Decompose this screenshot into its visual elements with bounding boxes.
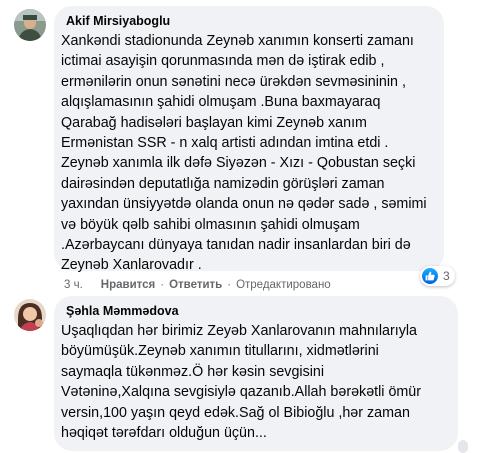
comment-author-2[interactable]: Şəhla Məmmədova (66, 304, 179, 318)
edited-label-1: Отредактировано (236, 279, 331, 291)
reaction-count-1: 3 (443, 269, 450, 283)
separator-dot: · (227, 279, 232, 291)
reply-button-1[interactable]: Ответить (169, 279, 222, 291)
avatar-shahla[interactable] (14, 299, 46, 331)
like-thumb-icon (422, 268, 438, 284)
comment-text-1: Xankəndi stadionunda Zeynəb xanımın kons… (61, 33, 427, 274)
comment-author-1[interactable]: Akif Mirsiyaboglu (66, 14, 170, 28)
comment-text-2: Uşaqlıqdan hər birimiz Zeyəb Xanlarovanı… (61, 323, 422, 442)
separator-dot: · (160, 279, 165, 291)
scrollbar-track[interactable] (458, 440, 468, 453)
comment-bubble-1: Akif Mirsiyaboglu Xankəndi stadionunda Z… (54, 6, 444, 273)
comment-actions-1: 3 ч. Нравится · Ответить · Отредактирова… (64, 279, 331, 291)
like-button-1[interactable]: Нравится (101, 279, 155, 291)
comment-bubble-2: Şəhla Məmmədova Uşaqlıqdan hər birimiz Z… (54, 296, 458, 451)
avatar-akif[interactable] (14, 9, 46, 41)
comment-time-1[interactable]: 3 ч. (64, 279, 83, 291)
reaction-summary-1[interactable]: 3 (420, 266, 455, 286)
